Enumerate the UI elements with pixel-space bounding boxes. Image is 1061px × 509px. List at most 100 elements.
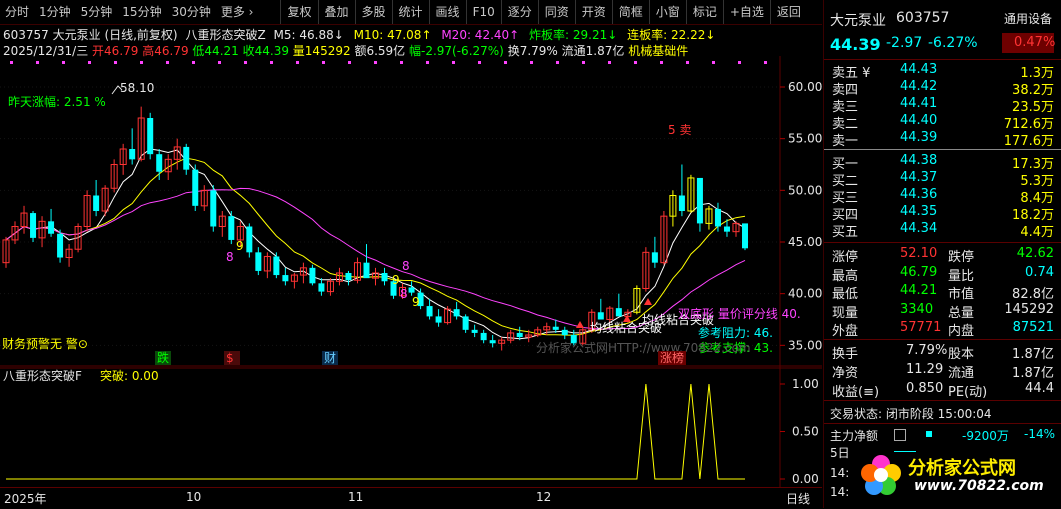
tool-jiankuang[interactable]: 简框 (611, 0, 649, 24)
stat-label: 现量 (832, 305, 859, 321)
quote-row: 换手 7.79% 股本 1.87亿 (824, 343, 1061, 362)
sub-indicator: 八重形态突破F 突破: 0.00 (0, 367, 822, 480)
ma-top-dot (166, 61, 169, 64)
ma-top-dot (530, 61, 533, 64)
stat-label: 流通 (948, 366, 975, 381)
stat-label: 涨停 (832, 250, 859, 265)
tool-huaxian[interactable]: 画线 (428, 0, 466, 24)
stat-label: 总量 (948, 305, 975, 321)
candle-body-down (408, 287, 415, 293)
ma-top-dot (712, 61, 715, 64)
candle-body-down (48, 221, 55, 234)
nine-turn-label: 9 (236, 239, 244, 253)
stock-name: 大元泵业 (830, 13, 886, 29)
candle-body-down (30, 213, 37, 238)
ma-top-dot (62, 61, 65, 64)
tool-add-watchlist[interactable]: +自选 (722, 0, 770, 24)
candle-body-down (714, 208, 721, 227)
stat-label: 换手 (832, 347, 859, 362)
sub-y-label: 0.00 (792, 472, 819, 486)
x-tick-11: 11 (348, 490, 364, 504)
quote-row: 现量 3340 总量 145292 (824, 302, 1061, 321)
y-tick-label: 55.00 (788, 132, 822, 146)
quote-row: 买一 44.38 17.3万 (824, 153, 1061, 172)
stat-label: 净资 (832, 366, 859, 381)
signal-arrow (644, 298, 652, 305)
ma-top-dot (452, 61, 455, 64)
period-tab-more[interactable]: 更多 › (216, 0, 259, 24)
tool-biaoji[interactable]: 标记 (685, 0, 723, 24)
ask-volume: 177.6万 (1003, 134, 1054, 149)
stat-value: 87521 (1012, 320, 1054, 335)
price-pct: -6.27% (928, 35, 978, 51)
candle-body-down (309, 267, 316, 284)
stat-label: 最低 (832, 287, 859, 302)
time-label-1: 14: (830, 466, 850, 480)
stat-label: 外盘 (832, 324, 859, 339)
candle-body-down (210, 190, 217, 227)
tool-f10[interactable]: F10 (465, 0, 501, 24)
main-flow-value: -9200万 (962, 429, 1009, 443)
tool-fuquan[interactable]: 复权 (280, 0, 317, 24)
tool-xiaochuang[interactable]: 小窗 (648, 0, 686, 24)
candle-body-down (156, 154, 163, 172)
bid-label: 买五 (832, 225, 859, 240)
quote-row: 净资 11.29 流通 1.87亿 (824, 362, 1061, 381)
indicator-line: 603757 大元泵业 (日线,前复权) 八重形态突破Z M5: 46.88↓ … (3, 26, 716, 42)
quote-row: 买三 44.36 8.4万 (824, 187, 1061, 206)
tool-zhufen[interactable]: 逐分 (500, 0, 538, 24)
ma-top-dot (764, 61, 767, 64)
stat-label: 最高 (832, 268, 859, 284)
kline-chart[interactable]: 60.00 55.00 50.00 45.00 40.00 35.00 58.10 昨天涨幅… (0, 56, 822, 487)
sub-indicator-value: 突破: 0.00 (100, 368, 159, 383)
indicator-name[interactable]: 八重形态突破Z (185, 28, 265, 42)
period-tab-1min[interactable]: 1分钟 (34, 0, 76, 24)
stat-value: 44.4 (1025, 381, 1054, 396)
quote-row: 卖五 ¥44.43 1.3万 (824, 62, 1061, 81)
candle-body-down (363, 262, 370, 279)
tool-tongzi[interactable]: 同资 (537, 0, 575, 24)
ma-top-dot (88, 61, 91, 64)
tool-back[interactable]: 返回 (769, 0, 807, 24)
sub-indicator-name: 八重形态突破F (3, 368, 82, 383)
candle-body-down (552, 326, 559, 330)
ask-label: 卖一 (832, 134, 859, 149)
tool-kaizi[interactable]: 开资 (574, 0, 612, 24)
weibi-value: 0.47% (1014, 35, 1056, 50)
stat-label: 股本 (948, 347, 975, 362)
trade-state: 交易状态: 闭市阶段 15:00:04 (830, 407, 992, 421)
tool-tongji[interactable]: 统计 (391, 0, 429, 24)
y-tick-label: 35.00 (788, 338, 822, 352)
tool-diejia[interactable]: 叠加 (317, 0, 355, 24)
ma-top-dot (10, 61, 13, 64)
ma10-value: M10: 47.08↑ (353, 28, 432, 42)
period-tab-30min[interactable]: 30分钟 (167, 0, 216, 24)
bid-price: 44.38 (900, 153, 938, 168)
ma-top-dot (738, 61, 741, 64)
time-label-2: 14: (830, 485, 850, 499)
period-label[interactable]: 日线 (786, 490, 810, 507)
ma20-value: M20: 42.40↑ (441, 28, 520, 42)
bid-price: 44.34 (900, 221, 938, 236)
candle-body-down (561, 329, 568, 335)
stat-label: PE(动) (948, 385, 988, 400)
x-tick-10: 10 (186, 490, 202, 504)
stat-label: 内盘 (948, 324, 975, 339)
stat-value: 1.87亿 (1012, 347, 1054, 362)
ask-price: 44.43 (900, 62, 938, 77)
stat-value: 57771 (900, 320, 942, 335)
period-tab-15min[interactable]: 15分钟 (117, 0, 166, 24)
nine-turn-label: 9 (412, 295, 420, 309)
period-tab-5min[interactable]: 5分钟 (76, 0, 118, 24)
ref-resistance-label: 参考阻力: 46. (698, 325, 773, 340)
period-tab-fenshi[interactable]: 分时 (0, 0, 34, 24)
quote-row: 卖一 44.39 177.6万 (824, 130, 1061, 149)
settings-button[interactable]: 通用设备 (1004, 10, 1052, 27)
tool-duogu[interactable]: 多股 (354, 0, 392, 24)
candle-body-down (678, 195, 685, 211)
stat-value: 7.79% (906, 343, 948, 358)
ma-top-dot (244, 61, 247, 64)
lianban-value: 连板率: 22.22↓ (627, 28, 716, 42)
main-flow-toggle[interactable] (894, 429, 906, 441)
ma-top-dot (686, 61, 689, 64)
